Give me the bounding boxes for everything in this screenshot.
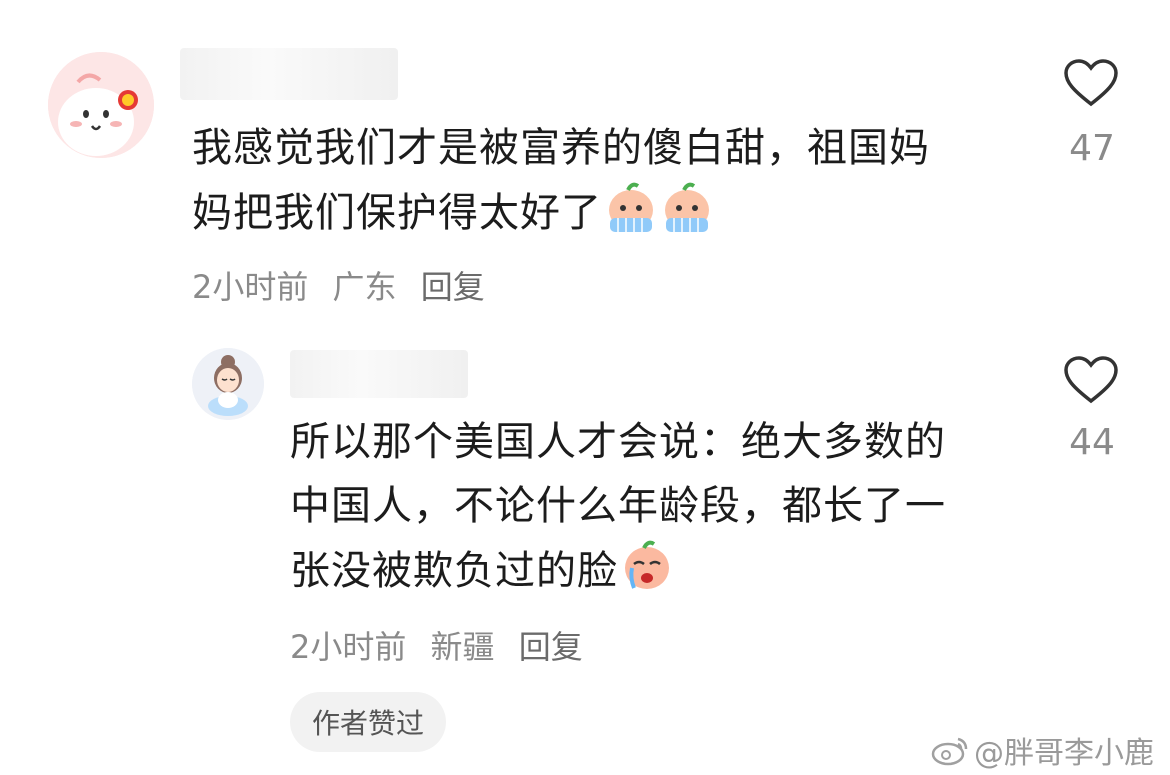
heart-icon [1064, 356, 1118, 404]
like-count: 44 [1069, 422, 1115, 463]
username-redacted[interactable] [180, 48, 398, 100]
comment-location: 广东 [332, 268, 397, 306]
comment-meta: 2小时前 广东 回复 [192, 262, 499, 308]
comment-line: 张没被欺负过的脸 [290, 538, 1030, 603]
comment-line-text: 妈把我们保护得太好了 [192, 190, 602, 236]
weibo-logo-icon [931, 737, 968, 766]
comment-line: 我感觉我们才是被富养的傻白甜，祖国妈 [192, 125, 930, 171]
avatar-image [48, 52, 154, 158]
like-button[interactable] [1063, 355, 1119, 409]
reply-button[interactable]: 回复 [519, 628, 583, 666]
avatar[interactable] [192, 348, 264, 420]
heart-icon [1064, 59, 1118, 107]
watermark: @胖哥李小鹿 [930, 728, 1154, 772]
avatar-image [192, 348, 264, 420]
username-redacted[interactable] [290, 350, 468, 398]
like-button[interactable] [1063, 58, 1119, 112]
comment-line: 妈把我们保护得太好了 [192, 180, 1032, 245]
comment-meta: 2小时前 新疆 回复 [290, 622, 597, 668]
crying-peach-emoji [609, 182, 653, 232]
comment-text: 我感觉我们才是被富养的傻白甜，祖国妈 妈把我们保护得太好了 [192, 116, 1032, 245]
avatar[interactable] [48, 52, 154, 158]
reply-button[interactable]: 回复 [421, 268, 485, 306]
comment-time: 2小时前 [192, 268, 309, 306]
crying-peach-emoji [665, 182, 709, 232]
comment-line: 所以那个美国人才会说：绝大多数的 [290, 419, 946, 465]
like-count: 47 [1069, 128, 1115, 169]
comment-text: 所以那个美国人才会说：绝大多数的 中国人，不论什么年龄段，都长了一 张没被欺负过… [290, 410, 1030, 603]
author-liked-badge: 作者赞过 [290, 692, 447, 752]
comment-line-text: 张没被欺负过的脸 [290, 548, 618, 594]
watermark-text: @胖哥李小鹿 [974, 736, 1154, 771]
crying-peach-emoji [625, 540, 669, 589]
comment-line: 中国人，不论什么年龄段，都长了一 [290, 483, 946, 529]
comment-time: 2小时前 [290, 628, 407, 666]
comment-location: 新疆 [430, 628, 495, 666]
